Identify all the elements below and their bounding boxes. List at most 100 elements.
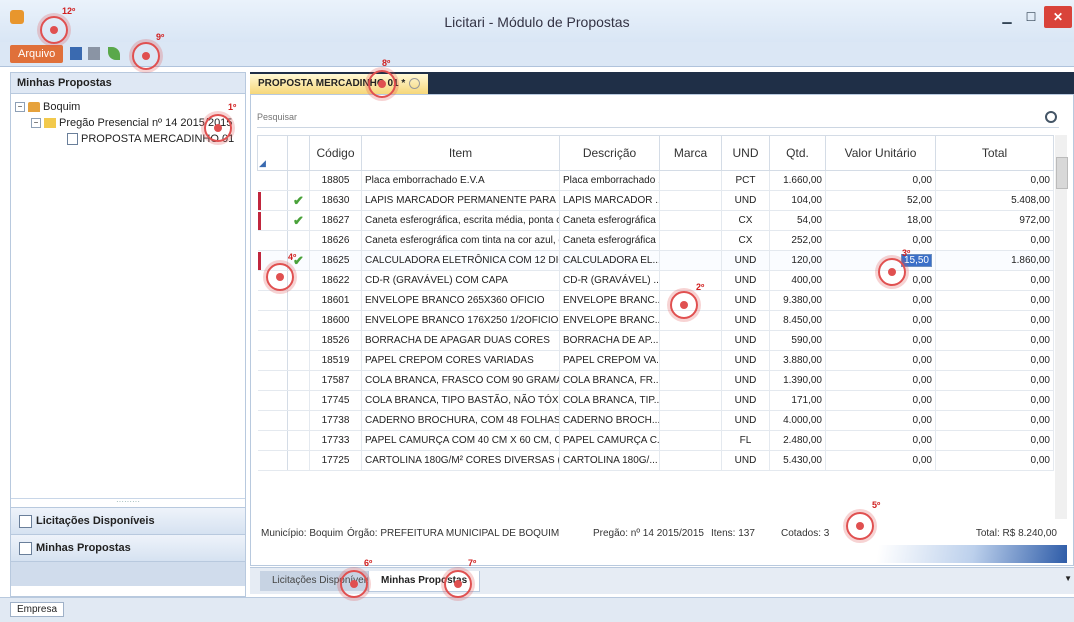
cell-item: ENVELOPE BRANCO 176X250 1/2OFICIO [361,310,560,331]
cell-total: 0,00 [935,310,1054,331]
column-header-codigo[interactable]: Código [309,135,362,171]
cell-marca[interactable] [659,450,722,471]
column-header-descricao[interactable]: Descrição [559,135,660,171]
cell-marca[interactable] [659,370,722,391]
tab-dropdown-icon[interactable]: ▼ [1064,574,1072,583]
table-row[interactable]: 17587 COLA BRANCA, FRASCO COM 90 GRAMAS CO… [257,370,1054,391]
table-row[interactable]: 17733 PAPEL CAMURÇA COM 40 CM X 60 CM, C.… [257,430,1054,451]
row-selector[interactable] [257,330,288,351]
close-tab-icon[interactable] [409,77,421,89]
tab-proposta-mercadinho[interactable]: PROPOSTA MERCADINHO 01 * [250,74,429,94]
table-row[interactable]: 18622 CD-R (GRAVÁVEL) COM CAPA CD-R (GRAVÁ… [257,270,1054,291]
column-header-qtd[interactable]: Qtd. [769,135,826,171]
row-selector[interactable] [257,310,288,331]
cell-valor-unitario[interactable]: 0,00 [825,230,936,251]
row-selector[interactable] [257,450,288,471]
cell-valor-unitario[interactable]: 0,00 [825,330,936,351]
row-selector[interactable] [257,370,288,391]
nav-licitacoes-disponiveis[interactable]: Licitações Disponíveis [11,507,245,534]
table-row[interactable]: ✔ 18625 CALCULADORA ELETRÔNICA COM 12 DIG.… [257,250,1054,271]
minimize-button[interactable]: ▁ [996,6,1018,28]
cell-valor-unitario[interactable]: 0,00 [825,430,936,451]
tree-node-boquim[interactable]: − Boquim [15,100,80,114]
cell-marca[interactable] [659,250,722,271]
tree-node-pregao[interactable]: − Pregão Presencial nº 14 2015/2015 [31,116,232,130]
table-row[interactable]: 18600 ENVELOPE BRANCO 176X250 1/2OFICIO EN… [257,310,1054,331]
column-header-total[interactable]: Total [935,135,1054,171]
cell-marca[interactable] [659,170,722,191]
cell-codigo: 18600 [309,310,362,331]
row-selector[interactable] [257,190,288,211]
table-row[interactable]: 17738 CADERNO BROCHURA, COM 48 FOLHAS... C… [257,410,1054,431]
row-selector[interactable] [257,350,288,371]
cell-marca[interactable] [659,210,722,231]
cell-valor-unitario[interactable]: 0,00 [825,410,936,431]
cell-valor-unitario[interactable]: 0,00 [825,310,936,331]
marker-5 [846,512,874,540]
column-header-und[interactable]: UND [721,135,770,171]
table-row[interactable]: 18601 ENVELOPE BRANCO 265X360 OFICIO ENVEL… [257,290,1054,311]
marker-label-8: 8º [382,58,391,68]
column-header-item[interactable]: Item [361,135,560,171]
panel-splitter[interactable]: ········· [11,498,245,507]
empresa-button[interactable]: Empresa [10,602,65,617]
row-selector[interactable] [257,390,288,411]
scrollbar-thumb[interactable] [1056,157,1068,189]
cell-marca[interactable] [659,270,722,291]
cell-valor-unitario[interactable]: 18,00 [825,210,936,231]
cell-marca[interactable] [659,430,722,451]
cell-marca[interactable] [659,350,722,371]
cell-marca[interactable] [659,190,722,211]
status-check-icon [287,230,310,251]
search-icon[interactable] [1045,111,1057,123]
row-selector[interactable] [257,170,288,191]
cell-valor-unitario[interactable]: 0,00 [825,170,936,191]
vertical-scrollbar[interactable] [1055,135,1068,519]
print-icon[interactable] [88,47,100,60]
cell-marca[interactable] [659,390,722,411]
cell-codigo: 18626 [309,230,362,251]
cell-codigo: 18805 [309,170,362,191]
save-icon[interactable] [70,47,82,60]
column-header-marca[interactable]: Marca [659,135,722,171]
search-input[interactable] [257,109,1017,125]
table-row[interactable]: 18519 PAPEL CREPOM CORES VARIADAS PAPEL CR… [257,350,1054,371]
column-header-valor-unitario[interactable]: Valor Unitário [825,135,936,171]
arquivo-menu-button[interactable]: Arquivo [10,45,64,63]
table-row[interactable]: 18805 Placa emborrachado E.V.A Placa embor… [257,170,1054,191]
cell-marca[interactable] [659,410,722,431]
row-selector[interactable] [257,430,288,451]
cell-valor-unitario[interactable]: 0,00 [825,290,936,311]
table-row[interactable]: 17725 CARTOLINA 180G/M² CORES DIVERSAS (.… [257,450,1054,471]
row-selector[interactable] [257,230,288,251]
table-row[interactable]: ✔ 18630 LAPIS MARCADOR PERMANENTE PARA ...… [257,190,1054,211]
cell-marca[interactable] [659,330,722,351]
cell-codigo: 17587 [309,370,362,391]
collapse-icon[interactable]: − [31,118,41,129]
row-selector[interactable] [257,410,288,431]
collapse-icon[interactable]: − [15,102,25,113]
cell-codigo: 18519 [309,350,362,371]
cell-valor-unitario[interactable]: 52,00 [825,190,936,211]
close-button[interactable]: ✕ [1044,6,1072,28]
cell-valor-unitario[interactable]: 0,00 [825,350,936,371]
table-row[interactable]: 17745 COLA BRANCA, TIPO BASTÃO, NÃO TÓXI.… [257,390,1054,411]
cell-descricao: Caneta esferográfica ... [559,210,660,231]
leaf-icon[interactable] [108,47,120,60]
cell-valor-unitario[interactable]: 0,00 [825,450,936,471]
maximize-button[interactable]: ☐ [1020,6,1042,28]
table-row[interactable]: 18626 Caneta esferográfica com tinta na c… [257,230,1054,251]
nav-minhas-propostas[interactable]: Minhas Propostas [11,534,245,561]
table-row[interactable]: 18526 BORRACHA DE APAGAR DUAS CORES BORRAC… [257,330,1054,351]
marker-6 [340,570,368,598]
cell-marca[interactable] [659,230,722,251]
cell-total: 972,00 [935,210,1054,231]
column-header-selector[interactable]: ◢ [257,135,288,171]
cell-item: Caneta esferográfica, escrita média, pon… [361,210,560,231]
table-row[interactable]: ✔ 18627 Caneta esferográfica, escrita médi… [257,210,1054,231]
column-header-status[interactable] [287,135,310,171]
cell-valor-unitario[interactable]: 0,00 [825,390,936,411]
cell-valor-unitario[interactable]: 0,00 [825,370,936,391]
row-selector[interactable] [257,210,288,231]
row-selector[interactable] [257,290,288,311]
